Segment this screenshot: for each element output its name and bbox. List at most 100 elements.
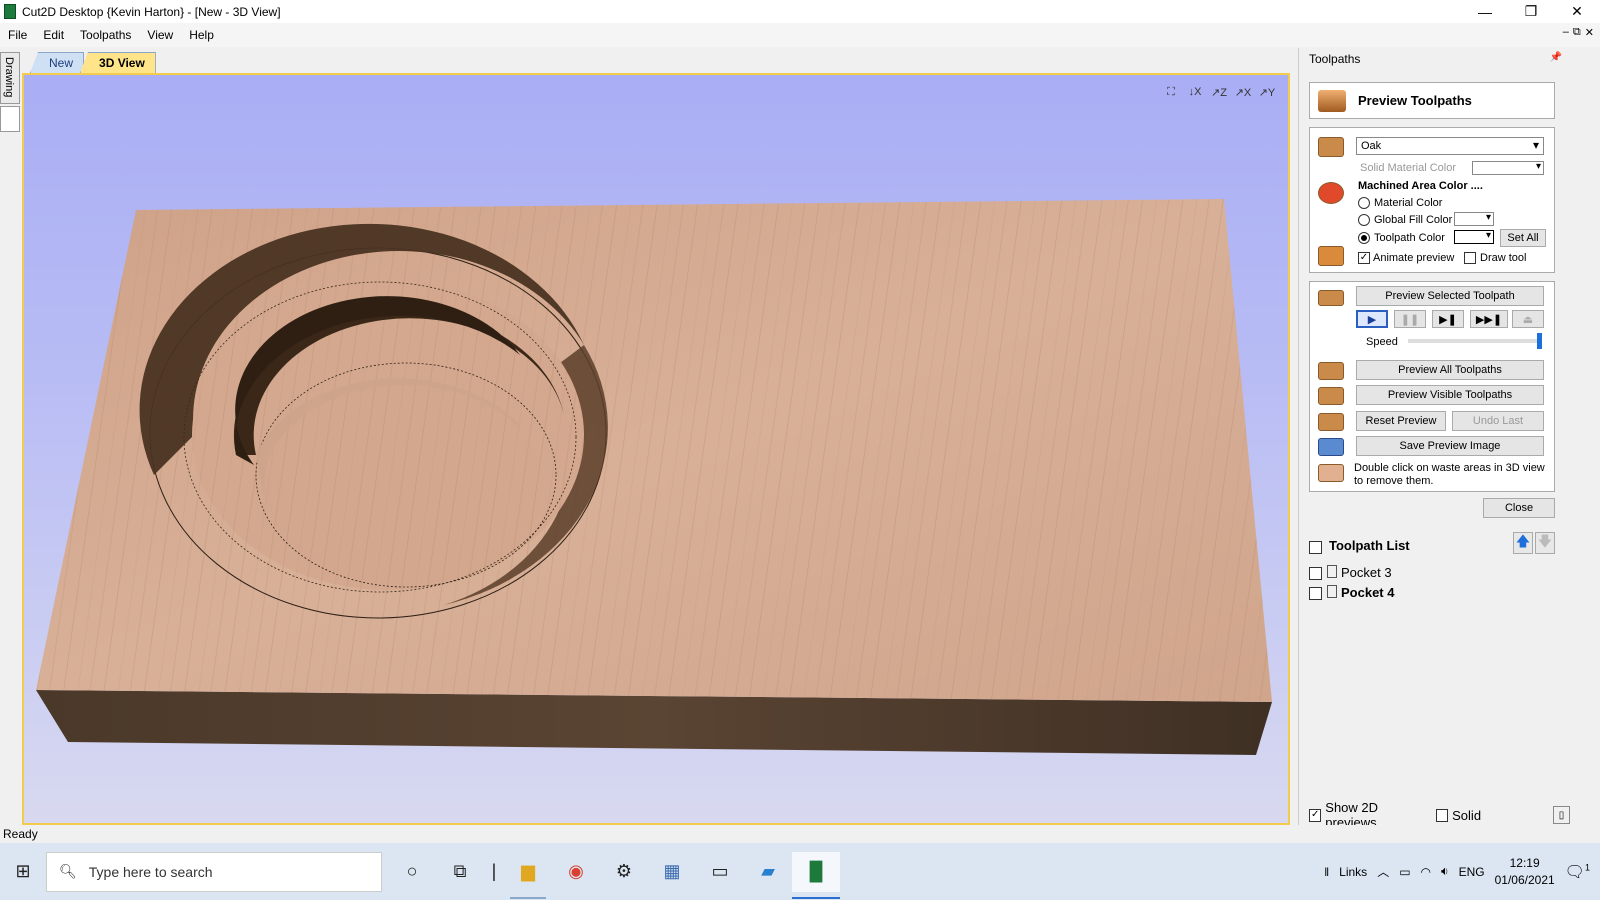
step-button[interactable]: ▶❚ xyxy=(1432,310,1464,328)
minimize-button[interactable]: — xyxy=(1462,0,1508,23)
speed-label: Speed xyxy=(1366,336,1398,348)
mdi-minimize-button[interactable]: – xyxy=(1563,26,1569,39)
global-fill-color-picker[interactable] xyxy=(1454,212,1494,226)
toolpath-color-radio[interactable] xyxy=(1358,232,1370,244)
panel-options-icon[interactable]: ▯ xyxy=(1553,806,1571,824)
wood-block-render xyxy=(36,199,1272,755)
close-window-button[interactable]: ✕ xyxy=(1554,0,1600,23)
toolpath-list-title: Toolpath List xyxy=(1329,538,1410,553)
move-down-arrow-icon[interactable]: 🡇 xyxy=(1535,532,1555,554)
side-tab-secondary[interactable] xyxy=(0,106,20,132)
tab-new[interactable]: New xyxy=(30,52,85,73)
links-toolbar[interactable]: Links xyxy=(1339,865,1367,879)
drawing-side-tab[interactable]: Drawing xyxy=(0,52,20,104)
speed-slider-knob[interactable] xyxy=(1537,333,1542,349)
toolpath-icon xyxy=(1327,585,1337,598)
preview-toolpaths-title: Preview Toolpaths xyxy=(1358,93,1472,108)
draw-tool-checkbox[interactable] xyxy=(1464,252,1476,264)
material-color-radio[interactable] xyxy=(1358,197,1370,209)
animate-preview-label: Animate preview xyxy=(1373,252,1455,264)
preview-visible-icon xyxy=(1318,387,1344,405)
menu-help[interactable]: Help xyxy=(181,28,222,42)
window-title: Cut2D Desktop {Kevin Harton} - [New - 3D… xyxy=(22,4,281,19)
task-view-icon[interactable]: ⧉ xyxy=(436,852,484,892)
menu-file[interactable]: File xyxy=(0,28,35,42)
toolpaths-panel: Toolpaths 📌 Preview Toolpaths Oak Solid … xyxy=(1298,48,1571,830)
machined-area-color-label: Machined Area Color .... xyxy=(1358,180,1483,192)
preview-selected-toolpath-button[interactable]: Preview Selected Toolpath xyxy=(1356,286,1544,306)
preview-selected-icon xyxy=(1318,290,1344,306)
play-button[interactable]: ▶ xyxy=(1356,310,1388,328)
volume-icon[interactable]: 🔉︎ xyxy=(1441,864,1449,879)
set-all-button[interactable]: Set All xyxy=(1500,229,1546,247)
zoom-extents-icon[interactable]: ⛶ xyxy=(1162,83,1180,101)
move-up-arrow-icon[interactable]: 🡅 xyxy=(1513,532,1533,554)
mdi-restore-button[interactable]: ⧉ xyxy=(1573,26,1581,39)
toolpath-item-pocket-3[interactable]: Pocket 3 xyxy=(1341,565,1392,580)
clock[interactable]: 12:19 01/06/2021 xyxy=(1495,855,1555,889)
view-orientation-toolbar: ⛶ ↓X ↗Z ↗X ↗Y xyxy=(1162,83,1276,101)
tab-3d-view[interactable]: 3D View xyxy=(80,52,156,73)
undo-last-button[interactable]: Undo Last xyxy=(1452,411,1544,431)
notifications-icon[interactable]: 🗨︎1 xyxy=(1565,862,1590,882)
preview-toolpaths-header: Preview Toolpaths xyxy=(1309,82,1555,119)
view-y-icon[interactable]: ↗Y xyxy=(1258,83,1276,101)
taskbar-separator-icon: | xyxy=(491,861,497,881)
material-color-label: Material Color xyxy=(1374,197,1443,209)
close-button[interactable]: Close xyxy=(1483,498,1555,518)
preview-toolpaths-icon xyxy=(1318,89,1346,112)
pin-icon[interactable]: 📌 xyxy=(1550,52,1562,63)
settings-gear-icon[interactable]: ⚙ xyxy=(600,852,648,892)
toolpath-color-picker[interactable] xyxy=(1454,230,1494,244)
fast-forward-button[interactable]: ▶▶❚ xyxy=(1470,310,1508,328)
clock-time: 12:19 xyxy=(1509,855,1540,870)
wifi-icon[interactable]: ◠ xyxy=(1421,865,1431,879)
global-fill-color-radio[interactable] xyxy=(1358,214,1370,226)
preview-visible-toolpaths-button[interactable]: Preview Visible Toolpaths xyxy=(1356,385,1544,405)
show-2d-previews-checkbox[interactable]: ✓ xyxy=(1309,808,1322,822)
menu-view[interactable]: View xyxy=(139,28,181,42)
animate-preview-checkbox[interactable]: ✓ xyxy=(1358,252,1370,264)
view-iso-icon[interactable]: ↓X xyxy=(1186,83,1204,101)
chrome-icon[interactable]: ◉ xyxy=(552,852,600,892)
toolpath-item-pocket-4[interactable]: Pocket 4 xyxy=(1341,585,1394,600)
speed-slider[interactable] xyxy=(1408,333,1542,349)
taskbar-search[interactable]: 🔍︎ Type here to search xyxy=(46,851,382,892)
toolpath-color-label: Toolpath Color xyxy=(1374,232,1445,244)
pocket-4-checkbox[interactable] xyxy=(1309,587,1322,600)
material-select[interactable]: Oak xyxy=(1356,137,1544,155)
chevron-up-icon[interactable]: ︿ xyxy=(1377,863,1389,880)
view-z-icon[interactable]: ↗Z xyxy=(1210,83,1228,101)
toolpath-list-select-all[interactable] xyxy=(1309,541,1322,554)
solid-material-color-picker[interactable] xyxy=(1472,161,1544,175)
pocket-3-checkbox[interactable] xyxy=(1309,567,1322,580)
animate-icon xyxy=(1318,246,1344,266)
view-x-icon[interactable]: ↗X xyxy=(1234,83,1252,101)
windows-start-icon[interactable]: ⊞ xyxy=(0,852,46,892)
solid-label: Solid xyxy=(1452,807,1482,823)
battery-icon[interactable]: ▭ xyxy=(1399,865,1410,879)
stop-button[interactable]: ⏏ xyxy=(1512,310,1544,328)
3d-view-canvas[interactable]: ⛶ ↓X ↗Z ↗X ↗Y xyxy=(22,73,1290,825)
restore-button[interactable]: ❐ xyxy=(1508,0,1554,23)
menu-edit[interactable]: Edit xyxy=(35,28,72,42)
notepad-icon[interactable]: ▭ xyxy=(696,852,744,892)
language-indicator[interactable]: ENG xyxy=(1459,865,1485,879)
save-preview-image-button[interactable]: Save Preview Image xyxy=(1356,436,1544,456)
solid-checkbox[interactable] xyxy=(1435,808,1449,822)
preview-all-toolpaths-button[interactable]: Preview All Toolpaths xyxy=(1356,360,1544,380)
calculator-icon[interactable]: ▦ xyxy=(648,852,696,892)
pause-button[interactable]: ❚❚ xyxy=(1394,310,1426,328)
cortana-icon[interactable]: ○ xyxy=(388,852,436,892)
reset-icon xyxy=(1318,413,1344,431)
material-settings: Oak Solid Material Color Machined Area C… xyxy=(1309,127,1555,273)
notes-app-icon[interactable]: ▰ xyxy=(744,852,792,892)
search-placeholder: Type here to search xyxy=(88,863,213,880)
panel-title: Toolpaths xyxy=(1309,52,1361,66)
mdi-close-button[interactable]: ✕ xyxy=(1585,26,1594,39)
reset-preview-button[interactable]: Reset Preview xyxy=(1356,411,1446,431)
menu-toolpaths[interactable]: Toolpaths xyxy=(72,28,139,42)
cut2d-taskbar-icon[interactable]: █ xyxy=(792,851,840,899)
material-icon xyxy=(1318,137,1344,157)
file-explorer-icon[interactable]: ▆ xyxy=(504,852,552,899)
